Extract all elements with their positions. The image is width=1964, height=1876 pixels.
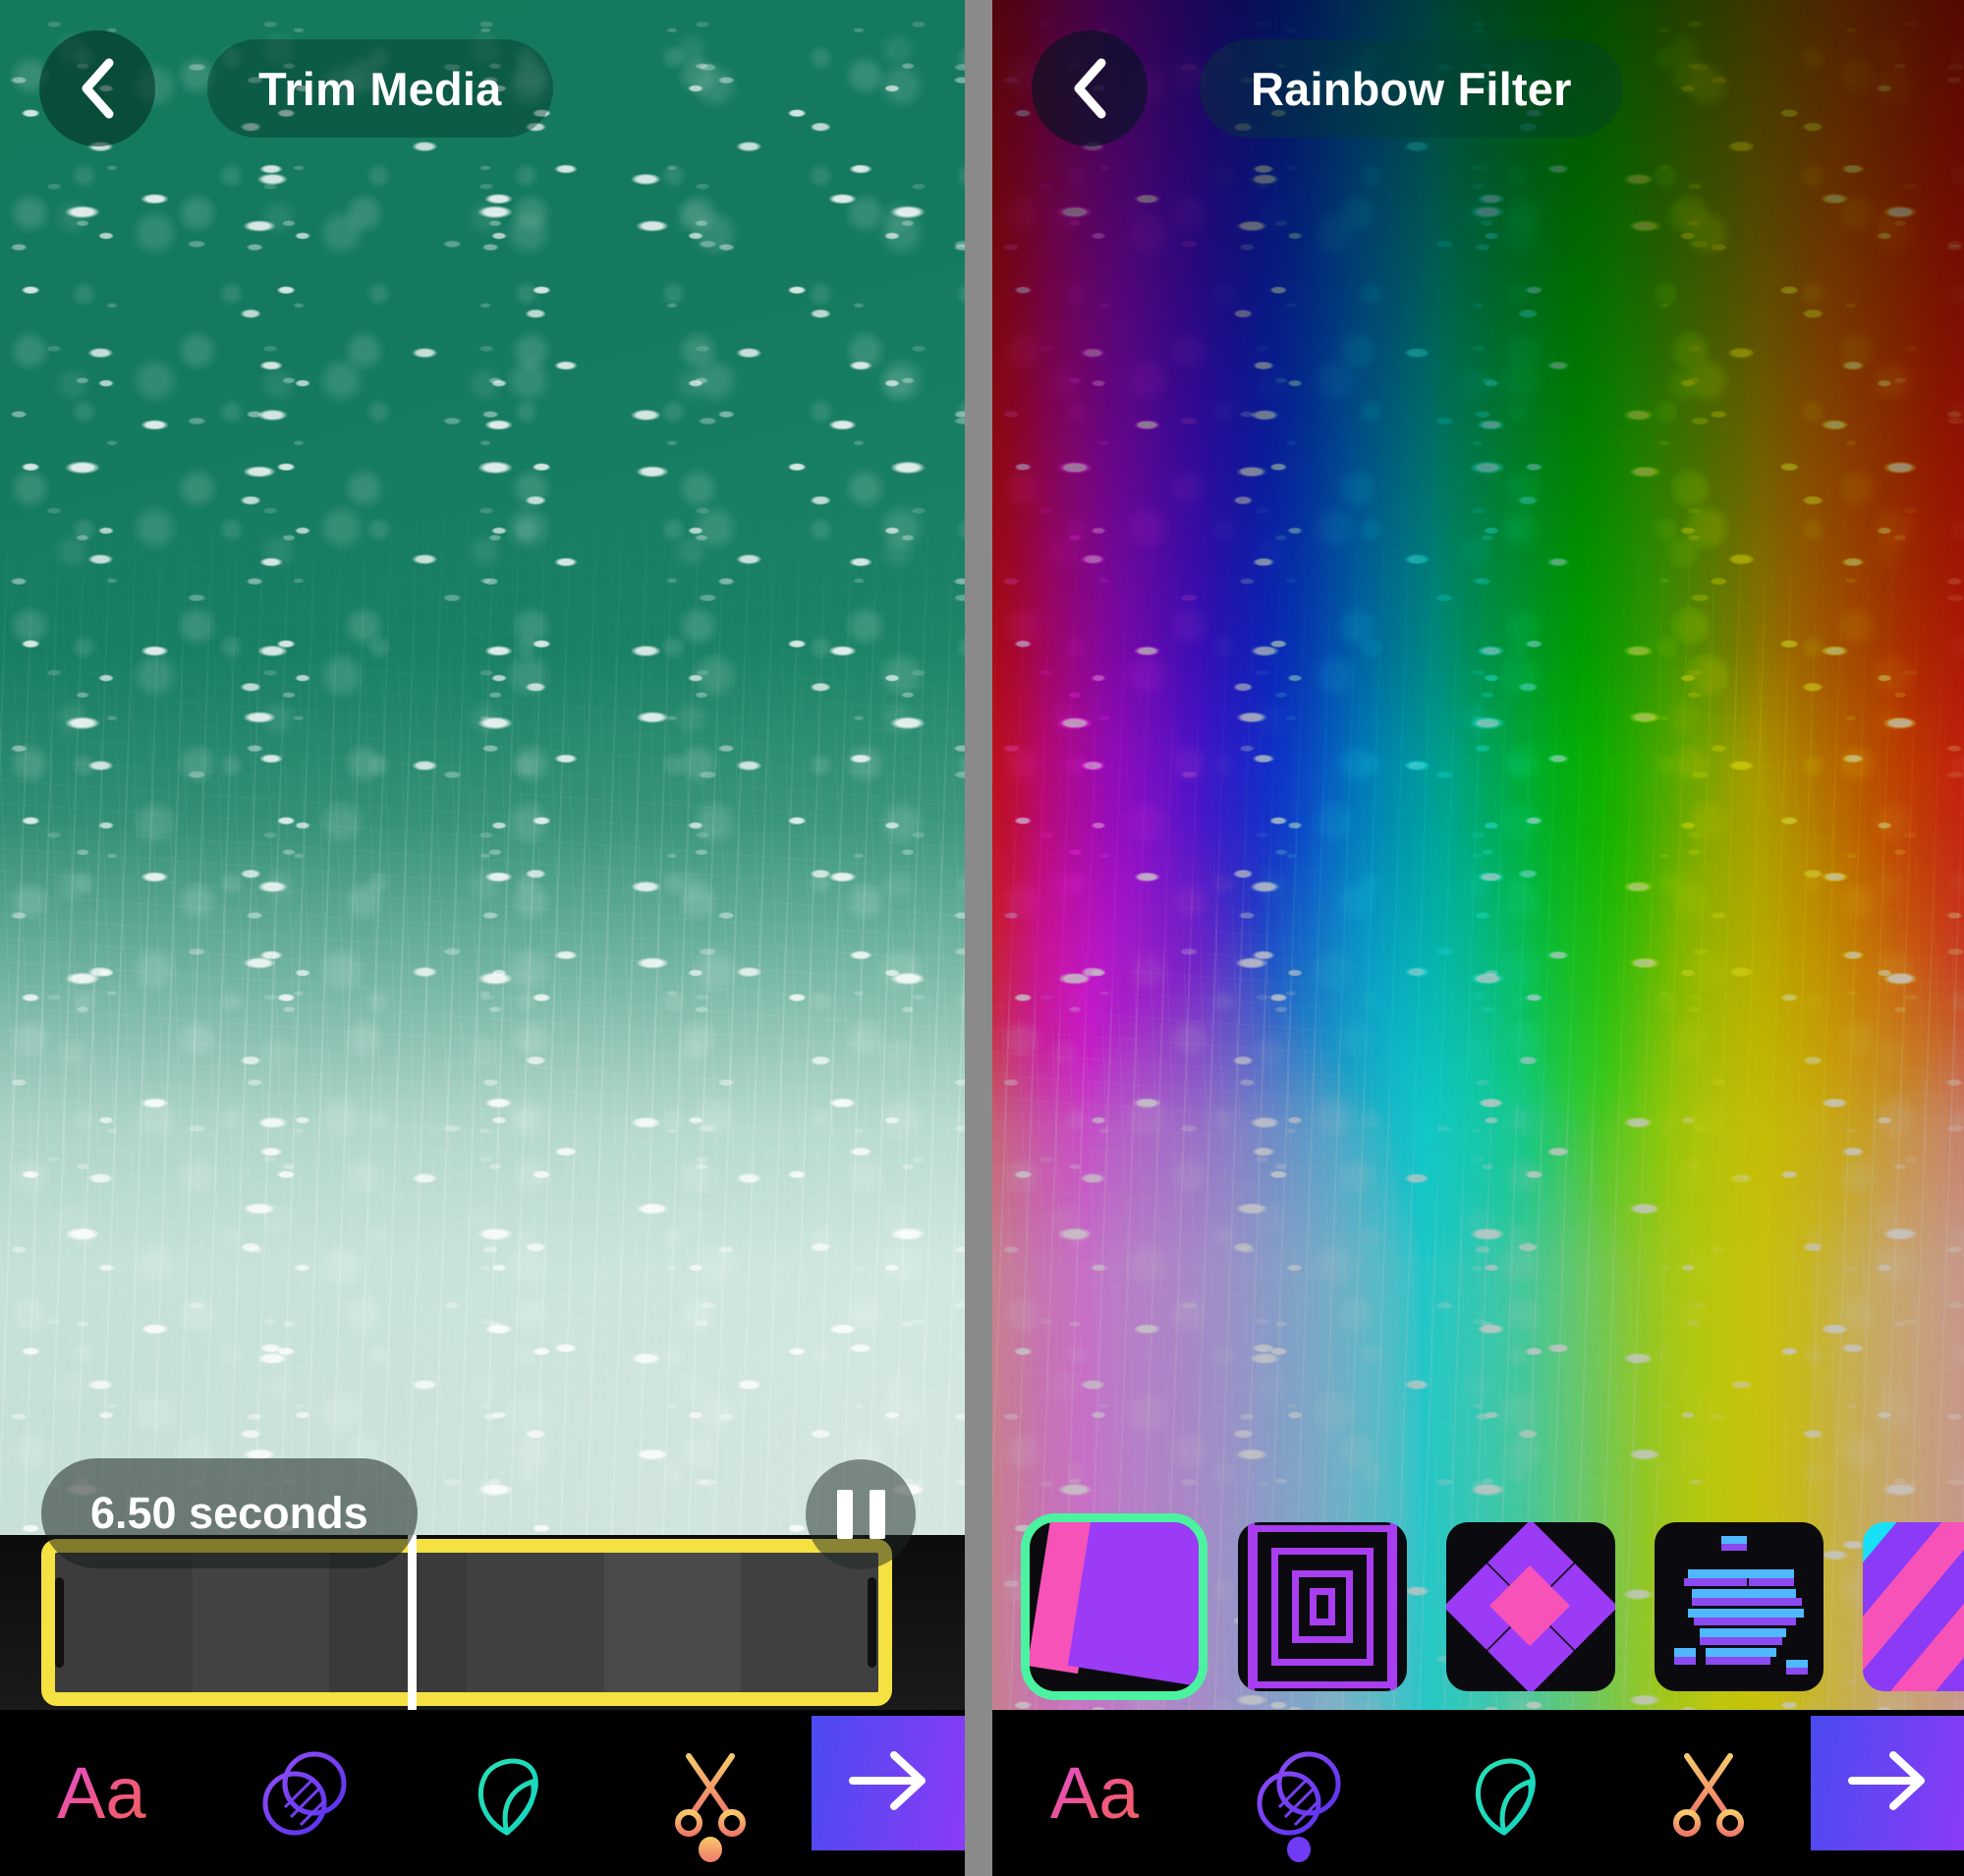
glitch-bar bbox=[1700, 1636, 1782, 1645]
filter-thumbnail-diamonds[interactable] bbox=[1446, 1521, 1615, 1691]
chevron-left-icon bbox=[78, 57, 117, 120]
next-button[interactable] bbox=[812, 1716, 965, 1850]
tunnel-rect bbox=[1310, 1587, 1335, 1625]
glitch-bar bbox=[1694, 1617, 1796, 1625]
overlap-circles-icon bbox=[259, 1748, 350, 1839]
arrow-right-icon bbox=[841, 1745, 935, 1821]
back-button[interactable] bbox=[1032, 30, 1148, 146]
trim-handle-end[interactable] bbox=[868, 1577, 876, 1668]
trim-media-screen: Trim Media 6.50 seconds Aa bbox=[0, 0, 965, 1876]
duration-label: 6.50 seconds bbox=[90, 1488, 368, 1538]
page-title: Trim Media bbox=[258, 62, 502, 115]
text-tool-button[interactable]: Aa bbox=[992, 1710, 1197, 1876]
page-title: Rainbow Filter bbox=[1251, 62, 1572, 115]
effects-tool-button[interactable] bbox=[406, 1710, 609, 1876]
scissors-icon bbox=[1663, 1748, 1754, 1839]
screen-title-pill: Rainbow Filter bbox=[1200, 39, 1623, 138]
filters-tool-button[interactable] bbox=[1197, 1710, 1401, 1876]
filter-thumbnail-glitch[interactable] bbox=[1655, 1521, 1824, 1691]
timeline-thumbnail bbox=[603, 1553, 742, 1692]
text-tool-button[interactable]: Aa bbox=[0, 1710, 203, 1876]
next-button[interactable] bbox=[1811, 1716, 1964, 1850]
bottom-toolbar-left: Aa bbox=[0, 1710, 965, 1876]
timeline-thumbnail bbox=[741, 1553, 878, 1692]
text-aa-icon: Aa bbox=[1049, 1751, 1140, 1834]
back-button[interactable] bbox=[39, 30, 155, 146]
glitch-bar bbox=[1700, 1627, 1786, 1637]
rainbow-filter-screen: Rainbow Filter Aa bbox=[992, 0, 1964, 1876]
duration-badge: 6.50 seconds bbox=[41, 1458, 418, 1568]
scissors-icon bbox=[665, 1748, 756, 1839]
glitch-bar bbox=[1749, 1577, 1794, 1586]
glitch-bar bbox=[1749, 1568, 1794, 1578]
glitch-bar bbox=[1674, 1647, 1696, 1657]
filter-carousel[interactable] bbox=[992, 1515, 1964, 1697]
trim-handle-start[interactable] bbox=[55, 1577, 64, 1668]
active-tool-indicator bbox=[698, 1837, 722, 1862]
header-bar-left: Trim Media bbox=[0, 0, 965, 177]
chevron-left-icon bbox=[1070, 57, 1109, 120]
text-aa-icon: Aa bbox=[56, 1751, 146, 1834]
trim-tool-button[interactable] bbox=[609, 1710, 813, 1876]
pause-icon-bar-right bbox=[869, 1490, 885, 1539]
glitch-bar bbox=[1692, 1588, 1796, 1598]
glitch-bar bbox=[1706, 1647, 1776, 1657]
teardrop-icon bbox=[1459, 1748, 1549, 1839]
glitch-bar bbox=[1674, 1656, 1696, 1665]
filter-thumbnail-tunnel[interactable] bbox=[1238, 1521, 1407, 1691]
dual-screenshot-stage: Trim Media 6.50 seconds Aa Rainbow Filte… bbox=[0, 0, 1964, 1876]
filters-tool-button[interactable] bbox=[203, 1710, 407, 1876]
active-tool-indicator bbox=[1287, 1837, 1312, 1862]
ocean-foam-layer-3 bbox=[0, 0, 965, 1710]
glitch-bar bbox=[1786, 1659, 1808, 1668]
playhead[interactable] bbox=[408, 1535, 417, 1710]
filter-thumbnail-shapes[interactable] bbox=[1030, 1521, 1199, 1691]
timeline-thumbnail bbox=[329, 1553, 468, 1692]
glitch-bar bbox=[1786, 1667, 1808, 1675]
screen-title-pill: Trim Media bbox=[207, 39, 553, 138]
teardrop-icon bbox=[462, 1748, 552, 1839]
glitch-bar bbox=[1692, 1597, 1802, 1606]
glitch-bar bbox=[1706, 1656, 1770, 1665]
bottom-toolbar-right: Aa bbox=[992, 1710, 1964, 1876]
panel-divider bbox=[965, 0, 992, 1876]
header-bar-right: Rainbow Filter bbox=[992, 0, 1964, 177]
video-preview-right[interactable] bbox=[992, 0, 1964, 1710]
pause-icon-bar-left bbox=[836, 1490, 853, 1539]
trim-tool-button[interactable] bbox=[1606, 1710, 1811, 1876]
pause-button[interactable] bbox=[806, 1459, 916, 1569]
glitch-bar bbox=[1721, 1535, 1747, 1544]
glitch-bar bbox=[1688, 1608, 1804, 1618]
video-preview-left[interactable] bbox=[0, 0, 965, 1710]
overlap-circles-icon bbox=[1254, 1748, 1344, 1839]
timeline-thumbnail bbox=[55, 1553, 193, 1692]
timeline-thumbnail bbox=[192, 1553, 330, 1692]
filter-thumbnail-stripes[interactable] bbox=[1863, 1521, 1964, 1691]
glitch-bar bbox=[1684, 1577, 1747, 1586]
effects-tool-button[interactable] bbox=[1402, 1710, 1606, 1876]
arrow-right-icon bbox=[1840, 1745, 1935, 1821]
timeline-thumbnail bbox=[467, 1553, 604, 1692]
glitch-bar bbox=[1721, 1543, 1747, 1551]
